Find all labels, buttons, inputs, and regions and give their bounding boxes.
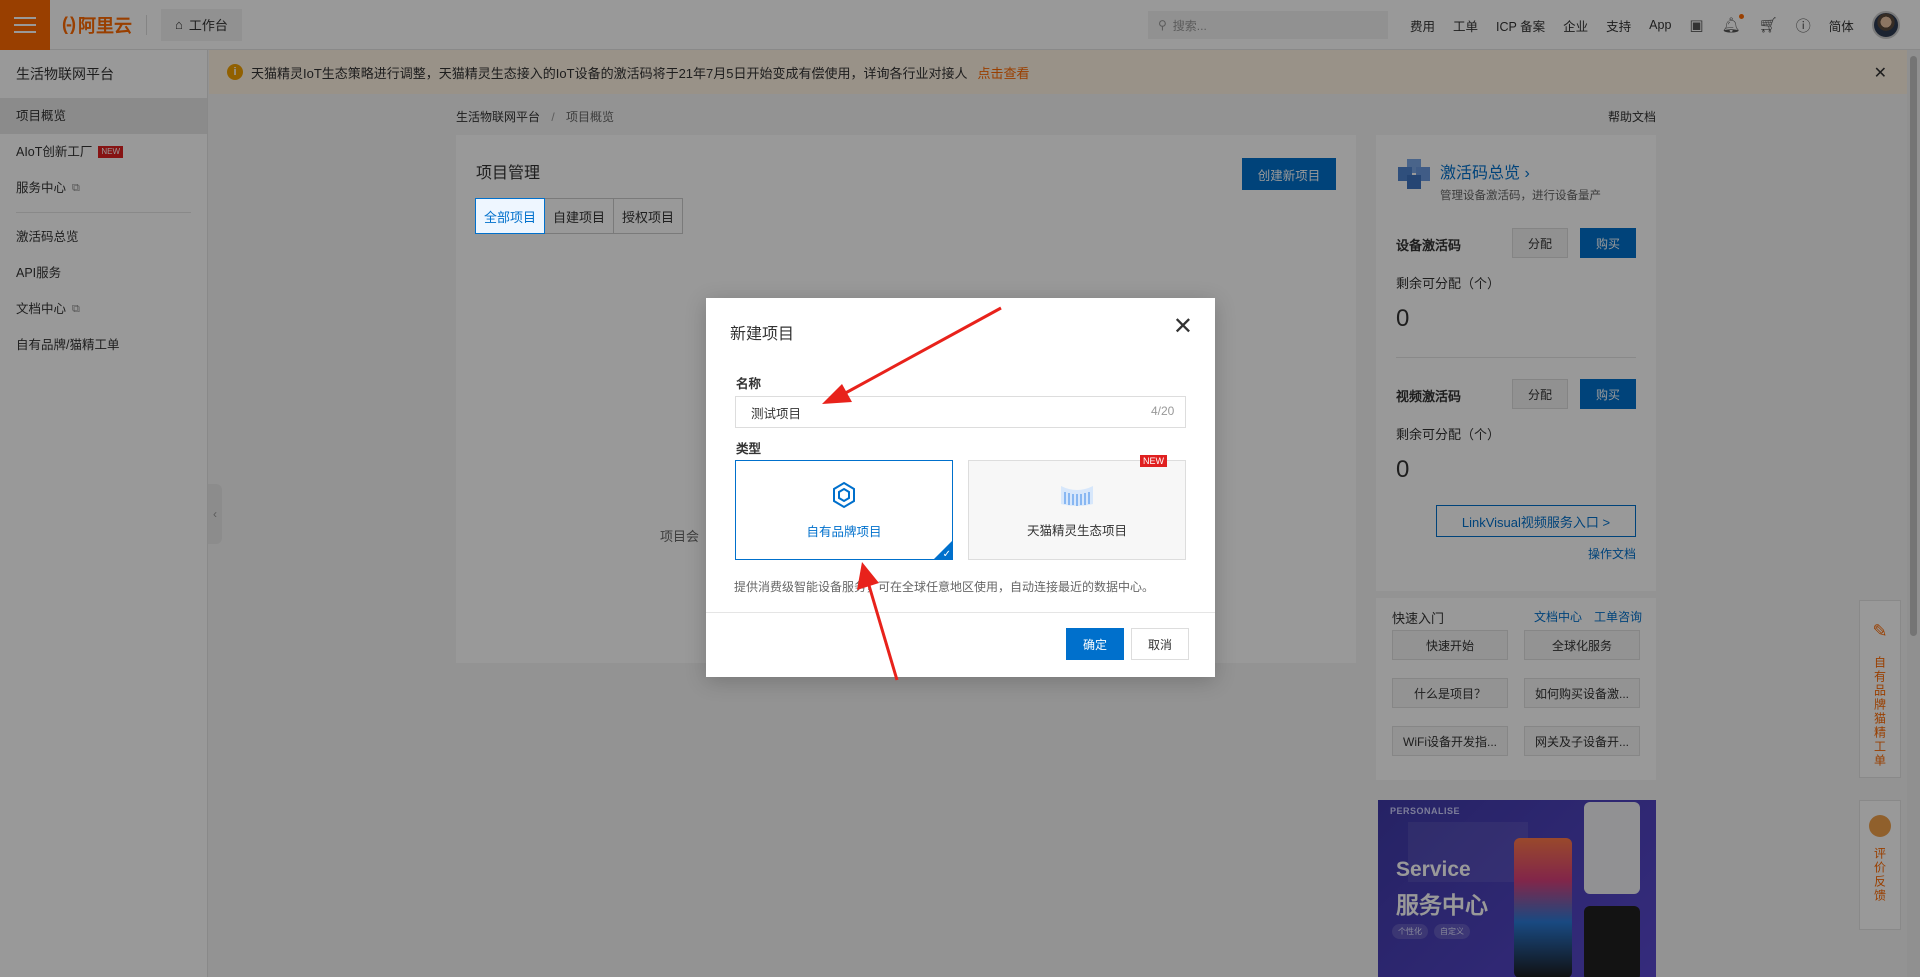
- type-description: 提供消费级智能设备服务，可在全球任意地区使用，自动连接最近的数据中心。: [734, 580, 1155, 594]
- project-name-input[interactable]: [735, 396, 1186, 428]
- type-own-brand-card[interactable]: 自有品牌项目 ✓: [735, 460, 953, 560]
- divider: [706, 612, 1215, 613]
- char-counter: 4/20: [1151, 404, 1175, 418]
- dialog-title: 新建项目: [730, 326, 795, 343]
- name-label: 名称: [736, 377, 762, 391]
- tab-all-projects[interactable]: 全部项目: [475, 198, 546, 234]
- new-project-dialog: 新建项目 ✕ 名称 4/20 类型 自有品牌项目 ✓ 天猫精灵生态项目 NEW …: [706, 298, 1215, 677]
- check-icon: ✓: [942, 549, 951, 560]
- type-label: 类型: [736, 442, 762, 456]
- tmall-genie-icon: [1061, 485, 1093, 506]
- hexagon-icon: [833, 481, 855, 508]
- type-tmall-genie-card[interactable]: 天猫精灵生态项目 NEW: [968, 455, 1186, 560]
- new-badge: NEW: [1140, 455, 1167, 467]
- close-icon[interactable]: ✕: [1173, 312, 1193, 341]
- confirm-button[interactable]: 确定: [1066, 628, 1124, 660]
- cancel-button[interactable]: 取消: [1131, 628, 1189, 660]
